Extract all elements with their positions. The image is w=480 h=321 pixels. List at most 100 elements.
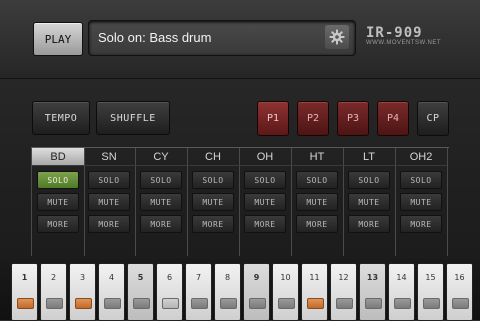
pattern-p3-button[interactable]: P3 — [337, 101, 369, 136]
step-button[interactable]: 13 — [359, 263, 386, 321]
step-number: 13 — [366, 273, 379, 282]
pattern-p1-button[interactable]: P1 — [257, 101, 289, 136]
mute-button[interactable]: MUTE — [192, 193, 234, 211]
step-number: 6 — [166, 273, 173, 282]
solo-button[interactable]: SOLO — [400, 171, 442, 189]
mute-button[interactable]: MUTE — [296, 193, 338, 211]
more-button[interactable]: MORE — [140, 215, 182, 233]
solo-button[interactable]: SOLO — [140, 171, 182, 189]
step-number: 1 — [21, 273, 28, 282]
play-button[interactable]: PLAY — [33, 22, 83, 56]
track-header[interactable]: BD — [32, 148, 84, 166]
step-led — [336, 298, 353, 309]
step-led — [278, 298, 295, 309]
track-header[interactable]: OH2 — [395, 148, 447, 166]
step-button[interactable]: 2 — [40, 263, 67, 321]
step-led — [17, 298, 34, 309]
track-column-ht: HT SOLO MUTE MORE — [291, 148, 344, 256]
track-column-bd: BD SOLO MUTE MORE — [31, 148, 85, 256]
mute-button[interactable]: MUTE — [140, 193, 182, 211]
track-header[interactable]: OH — [239, 148, 291, 166]
track-column-sn: SN SOLO MUTE MORE — [83, 148, 136, 256]
step-number: 9 — [253, 273, 260, 282]
settings-button[interactable] — [325, 25, 349, 49]
step-led — [249, 298, 266, 309]
mute-button[interactable]: MUTE — [400, 193, 442, 211]
step-sequencer: 1 2 3 4 5 6 7 8 9 10 11 12 13 14 15 16 — [0, 259, 480, 321]
step-led — [220, 298, 237, 309]
shuffle-button[interactable]: SHUFFLE — [96, 101, 170, 135]
copy-button[interactable]: CP — [417, 101, 449, 136]
step-button[interactable]: 9 — [243, 263, 270, 321]
mute-button[interactable]: MUTE — [88, 193, 130, 211]
step-button[interactable]: 12 — [330, 263, 357, 321]
step-button[interactable]: 14 — [388, 263, 415, 321]
step-number: 4 — [108, 273, 115, 282]
tempo-button[interactable]: TEMPO — [32, 101, 90, 135]
more-button[interactable]: MORE — [400, 215, 442, 233]
step-button[interactable]: 3 — [69, 263, 96, 321]
step-button[interactable]: 16 — [446, 263, 473, 321]
step-led — [394, 298, 411, 309]
step-number: 5 — [137, 273, 144, 282]
step-button[interactable]: 15 — [417, 263, 444, 321]
step-number: 14 — [396, 273, 407, 282]
track-header[interactable]: CH — [187, 148, 239, 166]
step-button[interactable]: 8 — [214, 263, 241, 321]
track-column-ch: CH SOLO MUTE MORE — [187, 148, 240, 256]
logo-subtitle: WWW.MOVENTSW.NET — [366, 40, 441, 46]
more-button[interactable]: MORE — [88, 215, 130, 233]
step-button[interactable]: 11 — [301, 263, 328, 321]
step-led — [452, 298, 469, 309]
more-button[interactable]: MORE — [192, 215, 234, 233]
step-led — [104, 298, 121, 309]
step-led — [162, 298, 179, 309]
track-grid: BD SOLO MUTE MORE SN SOLO MUTE MORE CY S… — [31, 147, 449, 256]
step-button[interactable]: 4 — [98, 263, 125, 321]
mute-button[interactable]: MUTE — [348, 193, 390, 211]
step-number: 7 — [195, 273, 202, 282]
status-display: Solo on: Bass drum — [88, 20, 356, 56]
step-led — [191, 298, 208, 309]
step-number: 2 — [50, 273, 57, 282]
step-led — [133, 298, 150, 309]
step-number: 10 — [280, 273, 291, 282]
gear-icon — [329, 29, 345, 45]
mute-button[interactable]: MUTE — [37, 193, 79, 211]
step-number: 12 — [338, 273, 349, 282]
solo-button[interactable]: SOLO — [244, 171, 286, 189]
step-led — [75, 298, 92, 309]
step-led — [307, 298, 324, 309]
step-number: 3 — [79, 273, 86, 282]
step-button[interactable]: 7 — [185, 263, 212, 321]
solo-button[interactable]: SOLO — [296, 171, 338, 189]
step-button[interactable]: 6 — [156, 263, 183, 321]
track-header[interactable]: SN — [83, 148, 135, 166]
step-led — [423, 298, 440, 309]
track-header[interactable]: CY — [135, 148, 187, 166]
solo-button[interactable]: SOLO — [37, 171, 79, 189]
step-button[interactable]: 5 — [127, 263, 154, 321]
logo-title: IR-909 — [366, 25, 423, 41]
step-button[interactable]: 1 — [11, 263, 38, 321]
solo-button[interactable]: SOLO — [192, 171, 234, 189]
more-button[interactable]: MORE — [37, 215, 79, 233]
more-button[interactable]: MORE — [296, 215, 338, 233]
mute-button[interactable]: MUTE — [244, 193, 286, 211]
track-column-lt: LT SOLO MUTE MORE — [343, 148, 396, 256]
pattern-p4-button[interactable]: P4 — [377, 101, 409, 136]
solo-button[interactable]: SOLO — [88, 171, 130, 189]
track-column-oh2: OH2 SOLO MUTE MORE — [395, 148, 448, 256]
step-button[interactable]: 10 — [272, 263, 299, 321]
track-header[interactable]: HT — [291, 148, 343, 166]
top-bar: PLAY Solo on: Bass drum IR-909 WWW.MOVEN… — [0, 0, 480, 79]
more-button[interactable]: MORE — [348, 215, 390, 233]
step-number: 8 — [224, 273, 231, 282]
track-column-oh: OH SOLO MUTE MORE — [239, 148, 292, 256]
more-button[interactable]: MORE — [244, 215, 286, 233]
track-header[interactable]: LT — [343, 148, 395, 166]
pattern-p2-button[interactable]: P2 — [297, 101, 329, 136]
step-number: 11 — [309, 273, 320, 282]
solo-button[interactable]: SOLO — [348, 171, 390, 189]
step-number: 16 — [454, 273, 465, 282]
